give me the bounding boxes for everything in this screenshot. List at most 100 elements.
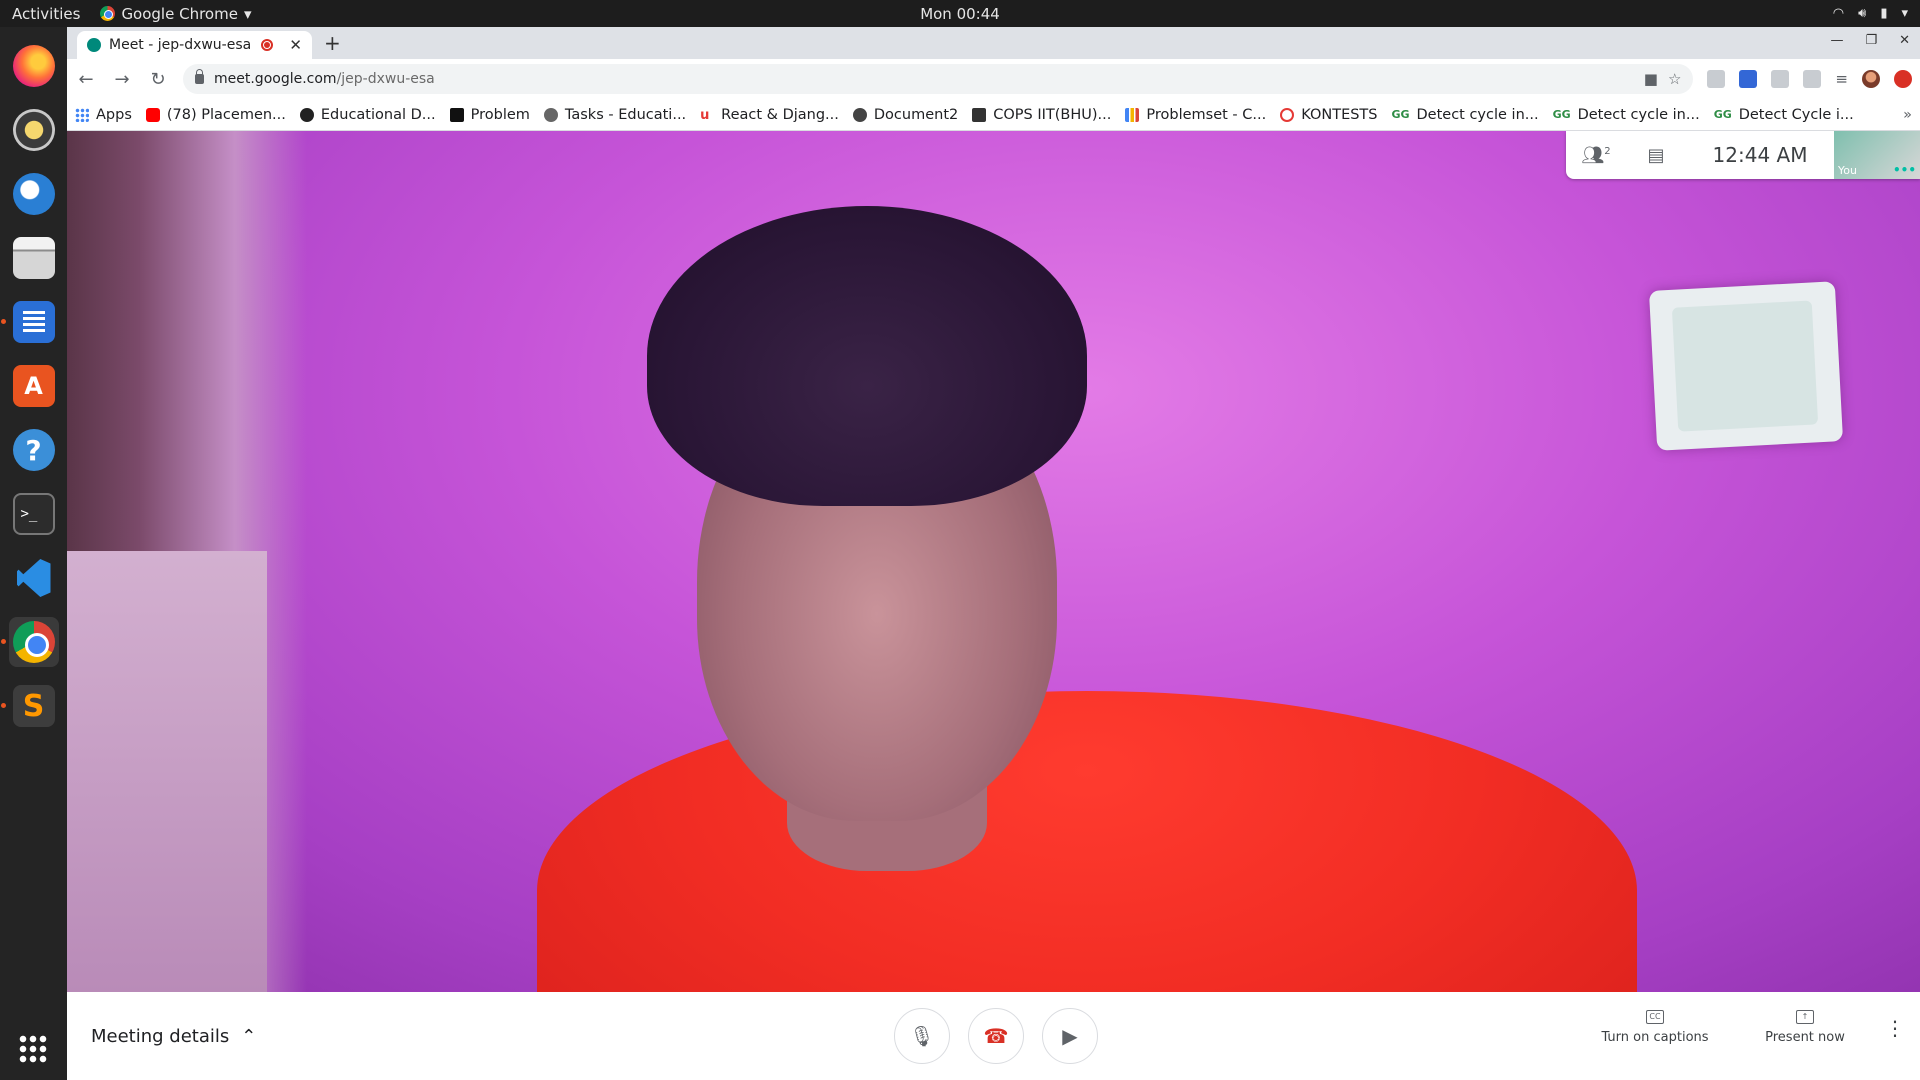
show-applications-icon[interactable] [18, 1034, 48, 1064]
bookmark-label: Problemset - C... [1146, 106, 1267, 123]
thunderbird-icon [12, 173, 55, 215]
dock-item-rhythmbox[interactable] [9, 105, 59, 155]
dock-item-writer[interactable] [0, 297, 59, 347]
bookmark-star-icon[interactable]: ☆ [1668, 70, 1681, 88]
help-icon: ? [12, 429, 55, 471]
bookmark-item[interactable]: GG Detect cycle in... [1392, 107, 1539, 123]
bookmark-item[interactable]: Tasks - Educati... [543, 107, 686, 123]
close-window-icon[interactable]: ✕ [1899, 33, 1910, 48]
globe-icon [852, 107, 867, 122]
people-icon: 👥︎ [1581, 144, 1605, 166]
more-bookmarks-icon[interactable]: » [1903, 107, 1912, 123]
bookmarks-bar: Apps (78) Placemen... Educational D... P… [67, 99, 1920, 131]
microphone-button[interactable]: 🎙︎ [894, 1008, 950, 1064]
media-queue-icon[interactable]: ≡ [1835, 70, 1848, 88]
dock-item-sublime[interactable]: S [0, 681, 59, 731]
bookmark-label: (78) Placemen... [166, 106, 286, 123]
participants-button[interactable]: 👥︎2 [1566, 145, 1626, 166]
dock-item-vscode[interactable] [9, 553, 59, 603]
hang-up-icon: ☎︎ [983, 1024, 1009, 1048]
bookmark-label: Apps [96, 106, 132, 123]
camera-in-use-icon[interactable]: ■ [1644, 70, 1658, 88]
bookmark-label: Problem [470, 106, 530, 123]
bookmark-item[interactable]: GG Detect Cycle i... [1714, 107, 1854, 123]
self-view-label: You [1838, 164, 1857, 177]
more-options-icon[interactable]: ••• [1893, 163, 1916, 177]
dock-item-terminal[interactable]: >_ [9, 489, 59, 539]
meeting-details-label: Meeting details [91, 1025, 230, 1047]
bookmark-label: Detect cycle in... [1577, 106, 1700, 123]
chrome-icon [12, 621, 55, 663]
sublime-text-icon: S [12, 685, 55, 727]
browser-window: Meet - jep-dxwu-esa ✕ + — ❐ ✕ ← → ↻ meet… [67, 27, 1920, 131]
bookmark-item[interactable]: Document2 [852, 107, 958, 123]
battery-icon: ▮ [1880, 6, 1888, 21]
restore-icon[interactable]: ❐ [1865, 33, 1877, 48]
app-menu-label: Google Chrome [121, 4, 238, 23]
bookmark-item[interactable]: COPS IIT(BHU)... [972, 107, 1111, 123]
system-top-bar: Activities Google Chrome ▾ Mon 00:44 ◠ 🔊… [0, 0, 1920, 27]
self-view-tile[interactable]: You ••• [1834, 131, 1920, 179]
ubuntu-software-icon: A [12, 365, 55, 407]
extension-grid-icon[interactable] [1771, 70, 1790, 88]
extension-notes-icon[interactable] [1739, 70, 1758, 88]
bookmark-item[interactable]: Problem [449, 106, 530, 123]
github-icon [299, 107, 314, 122]
dock-item-software[interactable]: A [9, 361, 59, 411]
dock-item-firefox[interactable] [9, 41, 59, 91]
codeforces-icon [1125, 107, 1140, 122]
bookmark-item[interactable]: Problemset - C... [1125, 107, 1266, 123]
bookmark-item[interactable]: u React & Djang... [700, 107, 839, 123]
bookmark-apps[interactable]: Apps [75, 107, 132, 123]
system-tray[interactable]: ◠ 🔊︎ ▮ ▾ [1833, 6, 1908, 21]
system-clock[interactable]: Mon 00:44 [920, 5, 1000, 23]
tab-meet[interactable]: Meet - jep-dxwu-esa ✕ [77, 31, 312, 59]
leave-call-button[interactable]: ☎︎ [968, 1008, 1024, 1064]
bookmark-item[interactable]: KONTESTS [1280, 107, 1378, 123]
present-now-button[interactable]: ↑ Present now [1730, 1010, 1880, 1045]
extension-pencil-icon[interactable] [1707, 70, 1726, 88]
chrome-icon [100, 6, 116, 21]
reload-icon[interactable]: ↻ [147, 69, 169, 90]
udemy-icon: u [700, 107, 710, 123]
profile-avatar[interactable] [1862, 70, 1880, 88]
extension-window-icon[interactable] [1803, 70, 1822, 88]
captions-button[interactable]: CC Turn on captions [1580, 1010, 1730, 1045]
minimize-icon[interactable]: — [1830, 33, 1843, 48]
geeksforgeeks-icon: GG [1713, 107, 1732, 121]
bookmark-item[interactable]: GG Detect cycle in... [1553, 107, 1700, 123]
participant-hair [647, 206, 1087, 506]
kontests-icon [1280, 107, 1295, 122]
tasks-icon [543, 107, 558, 122]
back-icon[interactable]: ← [75, 69, 97, 90]
dock-item-chrome[interactable] [0, 617, 59, 667]
dock-item-files[interactable] [9, 233, 59, 283]
dock-item-thunderbird[interactable] [9, 169, 59, 219]
meeting-info-card: 👥︎2 ▤ 12:44 AM You ••• [1566, 131, 1920, 179]
browser-toolbar: ← → ↻ meet.google.com/jep-dxwu-esa ■ ☆ ≡ [67, 59, 1920, 99]
address-bar[interactable]: meet.google.com/jep-dxwu-esa ■ ☆ [183, 64, 1694, 94]
running-indicator [0, 703, 6, 708]
hackerrank-icon [449, 107, 464, 122]
forward-icon[interactable]: → [111, 69, 133, 90]
extension-record-icon[interactable] [1894, 70, 1912, 88]
meeting-details-button[interactable]: Meeting details ⌃ [91, 1026, 256, 1047]
activities-button[interactable]: Activities [12, 5, 80, 23]
geeksforgeeks-icon: GG [1391, 107, 1410, 121]
app-menu[interactable]: Google Chrome ▾ [100, 5, 251, 23]
more-vert-icon[interactable]: ⋮ [1880, 1016, 1910, 1040]
new-tab-icon[interactable]: + [324, 31, 341, 55]
url-path: /jep-dxwu-esa [336, 71, 435, 87]
bookmark-label: Detect Cycle i... [1738, 106, 1854, 123]
caret-down-icon: ▾ [243, 4, 252, 23]
call-controls: 🎙︎ ☎︎ ▶︎ [894, 1008, 1098, 1064]
camera-button[interactable]: ▶︎ [1042, 1008, 1098, 1064]
tab-title: Meet - jep-dxwu-esa [109, 37, 252, 53]
close-tab-icon[interactable]: ✕ [289, 36, 302, 54]
meet-favicon-icon [87, 38, 101, 52]
chat-button[interactable]: ▤ [1626, 145, 1686, 166]
lock-icon[interactable] [195, 69, 204, 84]
dock-item-help[interactable]: ? [9, 425, 59, 475]
bookmark-item[interactable]: Educational D... [299, 107, 436, 123]
bookmark-item[interactable]: (78) Placemen... [145, 106, 286, 123]
